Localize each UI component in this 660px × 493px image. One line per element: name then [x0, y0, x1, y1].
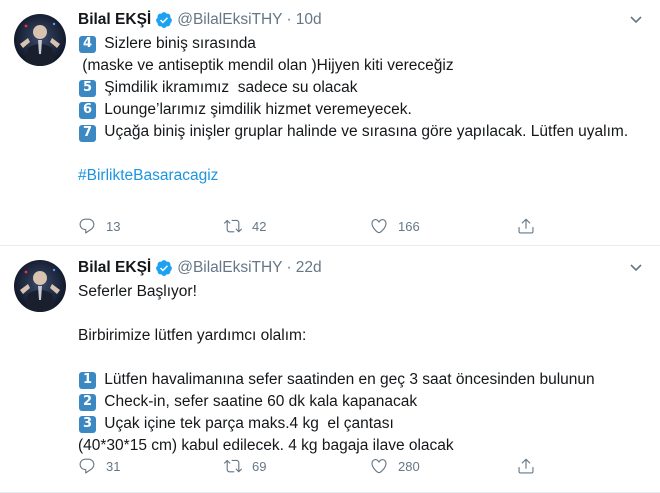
tweet-timestamp[interactable]: 10d	[296, 11, 322, 29]
tweet[interactable]: Bilal EKŞİ @BilalEksiTHY · 22d Seferler …	[0, 246, 660, 493]
line-text: Uçağa biniş inişler gruplar halinde ve s…	[100, 123, 629, 140]
reply-icon	[79, 458, 95, 474]
list-item: (40*30*15 cm) kabul edilecek. 4 kg bagaj…	[78, 435, 646, 457]
list-item: 6 Lounge’larımız şimdilik hizmet veremey…	[78, 99, 646, 121]
keycap-number-icon: 6	[79, 101, 96, 119]
line-text: (maske ve antiseptik mendil olan )Hijyen…	[78, 57, 454, 74]
verified-badge-icon	[155, 259, 173, 277]
share-button[interactable]	[517, 217, 545, 235]
share-icon	[518, 458, 534, 474]
like-count: 280	[398, 458, 420, 474]
hashtag-link[interactable]: #BirlikteBasaracagiz	[78, 165, 218, 187]
retweet-count: 42	[252, 218, 267, 234]
reply-count: 13	[106, 218, 121, 234]
separator-dot: ·	[286, 259, 292, 276]
retweet-button[interactable]: 42	[224, 217, 370, 235]
author-handle[interactable]: @BilalEksiTHY	[177, 11, 282, 29]
line-text: Uçak içine tek parça maks.4 kg el çantas…	[100, 415, 394, 432]
keycap-number-icon: 2	[79, 393, 96, 411]
reply-icon	[79, 218, 95, 234]
retweet-button[interactable]: 69	[224, 457, 370, 475]
list-item: 3 Uçak içine tek parça maks.4 kg el çant…	[78, 413, 646, 435]
line-text: Sizlere biniş sırasında	[100, 35, 256, 52]
list-item: 2 Check-in, sefer saatine 60 dk kala kap…	[78, 391, 646, 413]
line-text: Check-in, sefer saatine 60 dk kala kapan…	[100, 393, 418, 410]
list-item: (maske ve antiseptik mendil olan )Hijyen…	[78, 55, 646, 77]
keycap-number-icon: 5	[79, 79, 96, 97]
author-name[interactable]: Bilal EKŞİ	[78, 11, 151, 29]
retweet-icon	[224, 459, 242, 473]
tweet-header: Bilal EKŞİ @BilalEksiTHY · 22d	[78, 256, 646, 280]
chevron-down-icon[interactable]	[628, 12, 644, 28]
reply-count: 31	[106, 458, 121, 474]
tweet[interactable]: Bilal EKŞİ @BilalEksiTHY · 10d 4 Sizlere…	[0, 0, 660, 246]
tweet-text: 4 Sizlere biniş sırasında (maske ve anti…	[78, 33, 646, 187]
timeline: Bilal EKŞİ @BilalEksiTHY · 10d 4 Sizlere…	[0, 0, 660, 493]
reply-button[interactable]: 31	[78, 457, 224, 475]
intro-line: Seferler Başlıyor!	[78, 281, 646, 303]
share-icon	[518, 218, 534, 234]
separator-dot: ·	[286, 11, 292, 28]
retweet-icon	[224, 219, 242, 233]
like-icon	[371, 219, 387, 234]
list-item: 1 Lütfen havalimanına sefer saatinden en…	[78, 369, 646, 391]
tweet-text: Seferler Başlıyor! Birbirimize lütfen ya…	[78, 281, 646, 457]
tweet-timestamp[interactable]: 22d	[296, 259, 322, 277]
intro-line: Birbirimize lütfen yardımcı olalım:	[78, 325, 646, 347]
list-item: 5 Şimdilik ikramımız sadece su olacak	[78, 77, 646, 99]
line-text: Seferler Başlıyor!	[78, 283, 197, 300]
hashtag-row: #BirlikteBasaracagiz	[78, 165, 646, 187]
like-count: 166	[398, 218, 420, 234]
keycap-number-icon: 4	[79, 35, 96, 53]
line-text: Birbirimize lütfen yardımcı olalım:	[78, 327, 307, 344]
tweet-actions: 31 69 280	[78, 455, 646, 477]
tweet-actions: 13 42 166	[78, 215, 646, 237]
tweet-content: Bilal EKŞİ @BilalEksiTHY · 10d 4 Sizlere…	[78, 8, 646, 187]
retweet-count: 69	[252, 458, 267, 474]
keycap-number-icon: 1	[79, 371, 96, 389]
author-handle[interactable]: @BilalEksiTHY	[177, 259, 282, 277]
line-text: (40*30*15 cm) kabul edilecek. 4 kg bagaj…	[78, 437, 454, 454]
verified-badge-icon	[155, 11, 173, 29]
avatar[interactable]	[14, 260, 66, 312]
like-icon	[371, 459, 387, 474]
reply-button[interactable]: 13	[78, 217, 224, 235]
line-text: Lütfen havalimanına sefer saatinden en g…	[100, 371, 595, 388]
author-name[interactable]: Bilal EKŞİ	[78, 259, 151, 277]
list-item: 7 Uçağa biniş inişler gruplar halinde ve…	[78, 121, 646, 143]
keycap-number-icon: 3	[79, 415, 96, 433]
line-text: Lounge’larımız şimdilik hizmet veremeyec…	[100, 101, 412, 118]
like-button[interactable]: 166	[370, 217, 516, 235]
share-button[interactable]	[517, 457, 545, 475]
avatar[interactable]	[14, 14, 66, 66]
tweet-header: Bilal EKŞİ @BilalEksiTHY · 10d	[78, 8, 646, 32]
like-button[interactable]: 280	[370, 457, 516, 475]
tweet-content: Bilal EKŞİ @BilalEksiTHY · 22d Seferler …	[78, 256, 646, 457]
chevron-down-icon[interactable]	[628, 260, 644, 276]
list-item: 4 Sizlere biniş sırasında	[78, 33, 646, 55]
keycap-number-icon: 7	[79, 124, 96, 142]
line-text: Şimdilik ikramımız sadece su olacak	[100, 79, 358, 96]
